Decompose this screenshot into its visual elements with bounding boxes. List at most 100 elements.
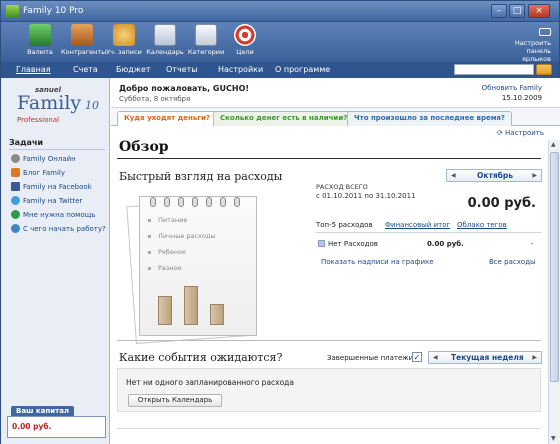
all-expenses-link[interactable]: Все расходы	[489, 258, 536, 266]
week-selector[interactable]: ◀ Текущая неделя ▶	[428, 351, 542, 364]
tab-strip: Куда уходят деньги? Сколько денег есть в…	[111, 108, 560, 126]
tag-cloud-link[interactable]: Облако тегов	[457, 221, 507, 229]
menu-about[interactable]: О программе	[275, 65, 330, 74]
scroll-up-arrow-icon[interactable]: ▲	[551, 141, 556, 148]
section-divider	[117, 340, 541, 341]
month-selector[interactable]: ◀ Октябрь ▶	[446, 169, 542, 182]
notepad-ring	[220, 197, 226, 207]
greeting-bar: Добро пожаловать, GUCHO! Суббота, 8 октя…	[111, 78, 560, 108]
toolbar-label: Уч. записи	[106, 48, 142, 56]
financial-summary-link[interactable]: Финансовый итог	[385, 221, 450, 229]
window-title: Family 10 Pro	[23, 6, 84, 16]
vertical-scrollbar[interactable]: ▲ ▼	[548, 140, 560, 444]
completed-payments-checkbox[interactable]: ✓	[412, 352, 422, 362]
menu-reports[interactable]: Отчеты	[166, 65, 198, 74]
toolbar-goals[interactable]: Цели	[224, 24, 266, 56]
notepad-line-personal: Личные расходы	[158, 232, 216, 240]
notepad-line-child: Ребенок	[158, 248, 187, 256]
menu-accounts[interactable]: Счета	[73, 65, 98, 74]
prev-week-arrow-icon[interactable]: ◀	[433, 354, 438, 361]
notepad-bullet	[148, 219, 151, 222]
task-twitter[interactable]: Family на Twitter	[11, 196, 82, 205]
twitter-icon	[11, 196, 20, 205]
scrollbar-thumb[interactable]	[550, 152, 559, 382]
scroll-down-arrow-icon[interactable]: ▼	[551, 435, 556, 442]
overview-panel: ⟳ Настроить Обзор Быстрый взгляд на расх…	[111, 126, 548, 444]
prev-month-arrow-icon[interactable]: ◀	[451, 172, 456, 179]
tab-recent-events[interactable]: Что произошло за последнее время?	[347, 111, 512, 126]
update-family-link[interactable]: Обновить Family	[482, 84, 542, 92]
shortcut-toolbar: Валюта Контрагенты Уч. записи Календарь …	[0, 22, 560, 63]
task-blog[interactable]: Блог Family	[11, 168, 65, 177]
customize-toolbar-link[interactable]: Настроить панель ярлыков	[499, 28, 551, 63]
tab-where-money-goes[interactable]: Куда уходят деньги?	[117, 111, 217, 126]
toolbar-contacts[interactable]: Контрагенты	[61, 24, 106, 56]
greeting-text: Добро пожаловать, GUCHO!	[119, 84, 250, 93]
settings-link-label: Настроить	[505, 129, 544, 137]
toolbar-currency[interactable]: Валюта	[19, 24, 61, 56]
top5-divider	[316, 232, 542, 233]
sidebar: sanuel Family 10 Professional Задачи Fam…	[0, 78, 110, 444]
notepad-bullet	[148, 267, 151, 270]
no-events-message: Нет ни одного запланированного расхода	[126, 378, 294, 387]
task-label: Family Онлайн	[23, 155, 76, 163]
notepad-ring	[150, 197, 156, 207]
show-chart-labels-link[interactable]: Показать надписи на графике	[321, 258, 434, 266]
main-menu: Главная Счета Бюджет Отчеты Настройки О …	[0, 62, 560, 78]
open-calendar-button[interactable]: Открыть Календарь	[128, 394, 222, 407]
task-help[interactable]: Мне нужна помощь	[11, 210, 95, 219]
minimize-button[interactable]: –	[491, 4, 507, 18]
no-expenses-value: 0.00 руб.	[427, 240, 464, 248]
tab-cash-available[interactable]: Сколько денег есть в наличии?	[213, 111, 355, 126]
menu-settings[interactable]: Настройки	[218, 65, 263, 74]
period-range: с 01.10.2011 по 31.10.2011	[316, 192, 416, 200]
menu-home[interactable]: Главная	[16, 65, 51, 74]
search-button[interactable]	[536, 64, 552, 75]
overview-title: Обзор	[119, 139, 169, 155]
notepad-bullet	[148, 235, 151, 238]
events-list: Нет ни одного запланированного расхода О…	[117, 368, 541, 412]
goals-target-icon	[234, 24, 256, 46]
toolbar-calendar[interactable]: Календарь	[144, 24, 186, 56]
notepad-ring	[206, 197, 212, 207]
categories-icon	[195, 24, 217, 46]
close-button[interactable]: ×	[528, 4, 550, 18]
toolbar-label: Цели	[236, 48, 254, 56]
task-label: Блог Family	[23, 169, 65, 177]
bottom-divider	[117, 428, 541, 429]
toolbar-accounts[interactable]: Уч. записи	[103, 24, 145, 56]
task-facebook[interactable]: Family на Facebook	[11, 182, 92, 191]
next-week-arrow-icon[interactable]: ▶	[532, 354, 537, 361]
no-expenses-row: Нет Расходов	[318, 240, 378, 248]
total-expenses: 0.00 руб.	[467, 196, 536, 211]
logo-edition: Professional	[17, 116, 60, 124]
info-icon	[11, 224, 20, 233]
toolbar-label: Валюта	[27, 48, 53, 56]
toolbar-categories[interactable]: Категории	[185, 24, 227, 56]
week-label: Текущая неделя	[451, 353, 524, 362]
notepad-ring	[192, 197, 198, 207]
update-date: 15.10.2009	[501, 94, 542, 102]
notepad-bar	[210, 304, 224, 325]
overview-divider	[117, 158, 541, 159]
maximize-button[interactable]: □	[509, 4, 525, 18]
accounts-people-icon	[113, 24, 135, 46]
toolbar-label: Категории	[187, 48, 225, 56]
facebook-icon	[11, 182, 20, 191]
help-icon	[11, 210, 20, 219]
search-input[interactable]	[454, 64, 534, 75]
logo-name: Family	[17, 92, 82, 114]
notepad-ring	[178, 197, 184, 207]
task-getting-started[interactable]: С чего начать работу?	[11, 224, 106, 233]
globe-icon	[11, 154, 20, 163]
capital-value: 0.00 руб.	[7, 416, 106, 438]
next-month-arrow-icon[interactable]: ▶	[532, 172, 537, 179]
menu-budget[interactable]: Бюджет	[116, 65, 151, 74]
completed-payments-label: Завершенные платежи	[327, 354, 414, 362]
task-label: Мне нужна помощь	[23, 211, 96, 219]
toolbar-label: Календарь	[146, 48, 184, 56]
task-family-online[interactable]: Family Онлайн	[11, 154, 76, 163]
settings-link[interactable]: ⟳ Настроить	[497, 129, 544, 137]
expenses-notepad-illustration: Питание Личные расходы Ребенок Разное	[119, 190, 269, 344]
customize-icon	[539, 28, 551, 36]
